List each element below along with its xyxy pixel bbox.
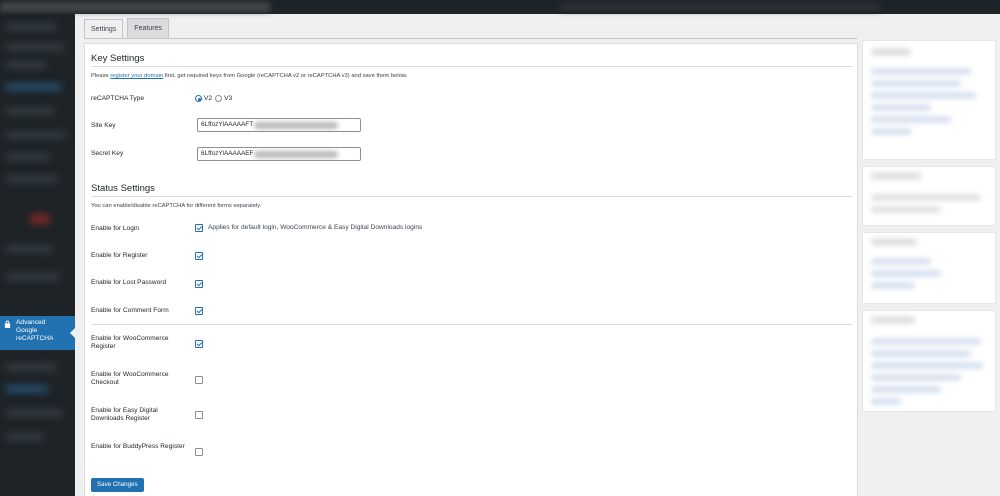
sidebar-item-label-line: Advanced [16,319,46,326]
desc-text: Please [91,73,111,79]
enable-login-note: Applies for default login, WooCommerce &… [208,224,423,231]
sidebar-blurred-item [6,434,44,440]
enable-buddypress-register-label: Enable for BuddyPress Register [91,443,185,450]
status-settings-title: Status Settings [91,183,155,194]
radio-v2[interactable] [195,95,202,102]
enable-woocommerce-register-label: Enable for WooCommerce Register [91,335,169,350]
settings-panel: Key Settings Please register your domain… [84,43,858,496]
blurred-widget [862,40,996,160]
status-settings-description: You can enable/disable reCAPTCHA for dif… [91,203,262,209]
section-divider [91,324,853,325]
enable-woocommerce-checkout-label: Enable for WooCommerce Checkout [91,371,169,386]
sidebar-blurred-item [6,24,56,30]
sidebar-blurred-item [6,132,66,138]
secret-key-label: Secret Key [91,150,124,157]
sidebar-item-advanced-google-recaptcha[interactable]: Advanced Google reCAPTCHA [0,316,75,350]
enable-register-checkbox[interactable] [195,252,203,260]
blurred-widget [862,310,996,412]
enable-lost-password-checkbox[interactable] [195,280,203,288]
radio-v2-label: V2 [204,95,213,102]
admin-bar-blurred-content-right [560,3,880,11]
key-settings-title: Key Settings [91,53,145,64]
sidebar-item-label-line: reCAPTCHA [16,335,54,342]
enable-register-label: Enable for Register [91,252,148,259]
recaptcha-type-label: reCAPTCHA Type [91,95,145,102]
sidebar-blurred-item [6,410,62,416]
admin-sidebar: Advanced Google reCAPTCHA [0,14,75,496]
sidebar-blurred-item [6,246,52,252]
enable-woocommerce-checkout-checkbox[interactable] [195,376,203,384]
site-key-input[interactable]: 6LffozYlAAAAAFT [197,118,361,132]
radio-v3-label: V3 [224,95,233,102]
right-sidebar-widgets [862,40,1000,496]
save-changes-button[interactable]: Save Changes [91,478,144,492]
enable-buddypress-register-checkbox[interactable] [195,448,203,456]
tab-divider [84,38,857,39]
enable-woocommerce-register-checkbox[interactable] [195,340,203,348]
sidebar-blurred-item [6,108,54,114]
site-key-label: Site Key [91,122,116,129]
settings-tabs: Settings Features [84,18,169,39]
section-divider [91,196,853,197]
admin-bar [0,0,1000,14]
site-key-value: 6LffozYlAAAAAFT [201,121,254,128]
enable-edd-register-checkbox[interactable] [195,411,203,419]
enable-comment-form-label: Enable for Comment Form [91,307,169,314]
sidebar-blurred-item [6,274,60,280]
section-divider [91,66,853,67]
enable-lost-password-label: Enable for Lost Password [91,279,167,286]
secret-key-input[interactable]: 6LffozYlAAAAAEF [197,147,361,161]
key-settings-description: Please register your domain first, get r… [91,73,407,79]
sidebar-item-label-line: Google [16,327,38,334]
secret-key-value: 6LffozYlAAAAAEF [201,150,254,157]
sidebar-blurred-badge [30,214,50,224]
sidebar-blurred-item [6,44,64,50]
sidebar-blurred-item [6,62,46,68]
active-menu-pointer [70,328,75,338]
sidebar-blurred-item [6,364,56,370]
enable-login-checkbox[interactable] [195,224,203,232]
tab-settings[interactable]: Settings [84,19,124,39]
sidebar-blurred-item [6,154,50,160]
register-domain-link[interactable]: register your domain [110,73,163,79]
sidebar-blurred-item [6,84,61,90]
admin-bar-blurred-content [0,2,270,12]
enable-comment-form-checkbox[interactable] [195,307,203,315]
enable-login-label: Enable for Login [91,225,140,232]
blurred-widget [862,166,996,226]
secret-key-redacted [254,151,338,158]
sidebar-blurred-item [6,176,58,182]
recaptcha-type-radio-group: V2 V3 [195,95,235,102]
sidebar-blurred-item [6,386,48,392]
radio-v3[interactable] [215,95,223,102]
site-key-redacted [254,122,338,129]
tab-features[interactable]: Features [127,18,169,38]
desc-text: first, get required keys from Google (re… [163,73,408,79]
enable-edd-register-label: Enable for Easy Digital Downloads Regist… [91,407,158,422]
blurred-widget [862,232,996,304]
lock-icon [4,320,11,328]
